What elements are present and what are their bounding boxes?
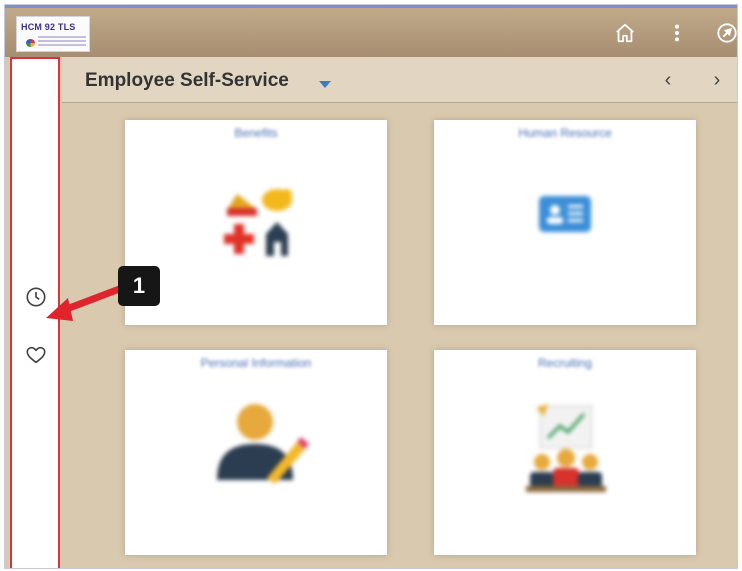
favorites-heart-icon[interactable] [24, 343, 48, 367]
next-page-icon[interactable]: › [707, 69, 727, 92]
tile-recruiting[interactable]: Recruiting [434, 350, 696, 555]
step-callout-badge: 1 [118, 266, 160, 306]
page-title[interactable]: Employee Self-Service [85, 70, 289, 92]
page-header: Employee Self-Service ‹ › [62, 57, 737, 103]
person-edit-icon [217, 404, 309, 484]
logo-title: HCM 92 TLS [21, 22, 76, 32]
tile-human-resource[interactable]: Human Resource [434, 120, 696, 325]
chevron-down-icon[interactable] [319, 81, 331, 88]
navbar-icon[interactable] [715, 21, 737, 45]
tile-title: Human Resource [518, 126, 612, 140]
brand-logo[interactable]: HCM 92 TLS [16, 16, 90, 52]
id-card-icon [539, 196, 591, 232]
benefits-icon [224, 189, 292, 256]
tile-title: Recruiting [537, 356, 593, 370]
annotation-arrow [46, 284, 126, 321]
top-banner: HCM 92 TLS [5, 5, 737, 57]
more-vert-icon[interactable] [665, 21, 689, 45]
logo-mark-icon [26, 39, 35, 47]
tile-title: Personal Information [200, 356, 312, 370]
home-icon[interactable] [613, 21, 637, 45]
tile-title: Benefits [234, 126, 278, 140]
recruiting-icon [526, 404, 606, 492]
tile-personal-information[interactable]: Personal Information [125, 350, 387, 555]
previous-page-icon[interactable]: ‹ [658, 69, 678, 92]
logo-subtitle-lines [38, 36, 86, 46]
tile-benefits[interactable]: Benefits [125, 120, 387, 325]
